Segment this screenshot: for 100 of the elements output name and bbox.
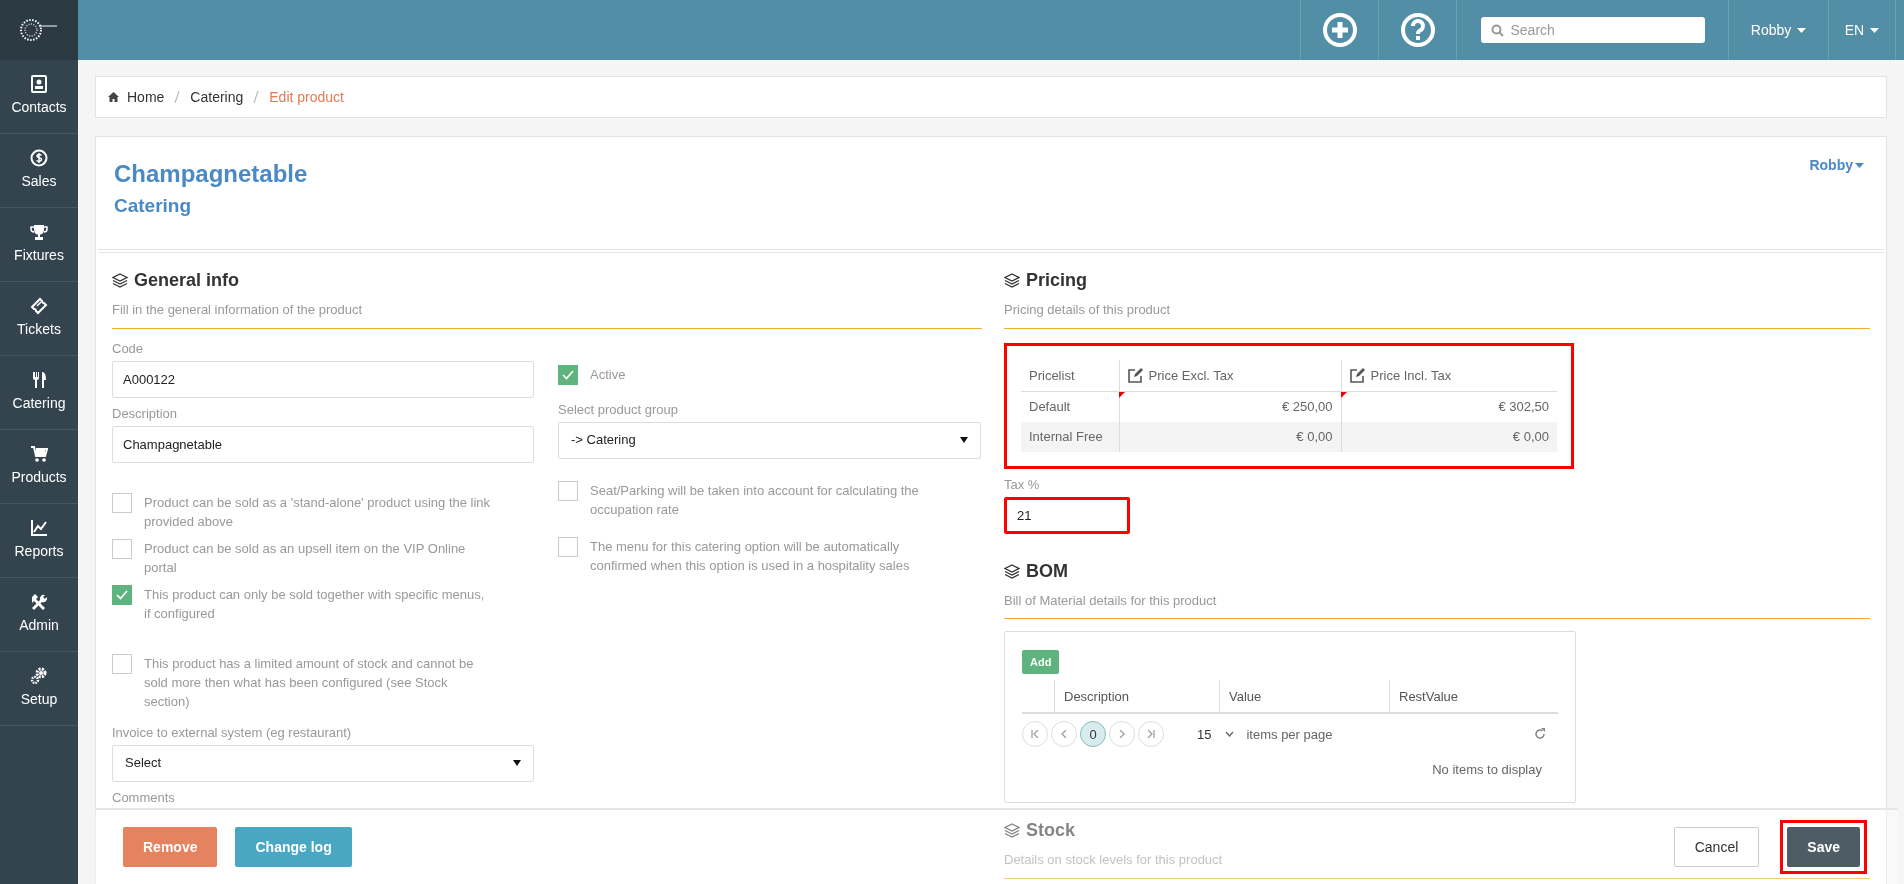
field-label: Select product group: [558, 401, 679, 418]
tools-icon: [30, 593, 48, 611]
line-chart-icon: [30, 519, 48, 537]
checkbox[interactable]: [112, 492, 132, 513]
caret-down-icon: [1855, 163, 1864, 168]
dropdown-arrow-icon: [960, 437, 968, 443]
sidebar-item[interactable]: Sales: [0, 134, 78, 208]
text-field[interactable]: A000122: [112, 360, 534, 398]
option-label: This product has a limited amount of stock and cannot be sold more then what has been configured (see Stock section): [144, 654, 475, 711]
table-cell: Internal Free: [1021, 421, 1119, 452]
page-size-dropdown[interactable]: 15: [1197, 724, 1235, 744]
cart-icon: [30, 445, 48, 463]
slash-separator-icon: [253, 91, 260, 103]
caret-down-icon: [1797, 27, 1807, 33]
field-label: Code: [112, 340, 145, 357]
option-label: Active: [590, 365, 626, 384]
checkbox[interactable]: [558, 536, 578, 557]
dropdown[interactable]: Select: [112, 744, 534, 782]
checkbox[interactable]: [112, 538, 132, 559]
sidebar-item[interactable]: Tickets: [0, 282, 78, 356]
section-subtitle: Fill in the general information of the product: [112, 300, 982, 329]
section-title: Stock: [1026, 819, 1076, 842]
column-header: RestValue: [1389, 680, 1558, 713]
product-group-subtitle: Catering: [114, 194, 193, 218]
question-circle-icon: [1399, 12, 1436, 48]
home-icon: [108, 92, 119, 102]
dropdown[interactable]: -> Catering: [558, 421, 981, 459]
section-title: General info: [134, 269, 240, 292]
refresh-button[interactable]: [1534, 728, 1546, 741]
breadcrumb-link[interactable]: Home: [127, 86, 165, 108]
checkbox[interactable]: [558, 480, 578, 501]
page-button[interactable]: 0: [1080, 721, 1106, 748]
text-field[interactable]: Champagnetable: [112, 425, 534, 463]
checkmark-icon: [116, 589, 128, 600]
ticket-icon: [30, 297, 48, 315]
search-field[interactable]: Search: [1480, 17, 1705, 43]
column-header: Pricelist: [1021, 359, 1119, 392]
plus-circle-icon: [1321, 12, 1358, 48]
sidebar-item[interactable]: Products: [0, 430, 78, 504]
option-label: Product can be sold as a 'stand-alone' product using the link provided above: [144, 493, 492, 531]
section-title: BOM: [1026, 559, 1068, 583]
text-field[interactable]: 21: [1004, 496, 1130, 534]
sidebar-item[interactable]: Contacts: [0, 60, 78, 134]
section-title: Pricing: [1026, 269, 1087, 292]
owner-menu[interactable]: Robby: [1809, 155, 1864, 176]
option-label: Seat/Parking will be taken into account for calculating the occupation rate: [590, 481, 920, 519]
sidebar-item[interactable]: Catering: [0, 356, 78, 430]
layers-icon: [1004, 823, 1020, 838]
table-cell[interactable]: € 0,00: [1119, 421, 1341, 452]
column-header: Price Excl. Tax: [1119, 359, 1341, 392]
action-button[interactable]: Save: [1787, 827, 1860, 867]
refresh-icon: [1534, 728, 1546, 741]
chevron-icon: [1147, 730, 1155, 739]
field-label: Tax %: [1004, 476, 1041, 493]
column-header: Price Incl. Tax: [1341, 359, 1557, 392]
checkbox[interactable]: [112, 653, 132, 674]
user-menu[interactable]: Robby: [1750, 19, 1807, 41]
chevron-icon: [1118, 730, 1126, 739]
table-cell[interactable]: € 302,50: [1341, 391, 1557, 422]
dropdown-arrow-icon: [513, 760, 521, 766]
section-subtitle: Bill of Material details for this product: [1004, 590, 1870, 619]
option-label: Product can be sold as an upsell item on the VIP Online portal: [144, 539, 467, 577]
chevron-down-icon: [1225, 731, 1235, 738]
empty-message: No items to display: [1431, 761, 1543, 780]
sidebar-item[interactable]: Reports: [0, 504, 78, 578]
caret-down-icon: [1870, 27, 1880, 33]
product-title: Champagnetable: [114, 159, 308, 189]
contact-card-icon: [30, 75, 48, 93]
table-cell: Default: [1021, 391, 1119, 422]
section-subtitle: Pricing details of this product: [1004, 300, 1870, 329]
field-label: Invoice to external system (eg restaurant): [112, 724, 353, 741]
field-label: Comments: [112, 789, 176, 806]
language-menu[interactable]: EN: [1844, 19, 1880, 41]
breadcrumb-link[interactable]: Catering: [190, 86, 244, 108]
chevron-icon: [1031, 730, 1039, 739]
option-label: This product can only be sold together with specific menus, if configured: [144, 585, 486, 623]
column-header: Description: [1054, 680, 1219, 713]
checkbox[interactable]: [112, 584, 132, 605]
sidebar-item[interactable]: Setup: [0, 652, 78, 726]
gears-icon: [30, 667, 48, 685]
trophy-icon: [30, 223, 48, 241]
column-header: Value: [1219, 680, 1389, 713]
layers-icon: [112, 273, 128, 288]
sidebar-item[interactable]: Fixtures: [0, 208, 78, 282]
table-cell[interactable]: € 250,00: [1119, 391, 1341, 422]
table-cell[interactable]: € 0,00: [1341, 421, 1557, 452]
checkbox[interactable]: [558, 364, 578, 385]
dollar-icon: [30, 149, 48, 167]
sidebar-item[interactable]: Admin: [0, 578, 78, 652]
action-button[interactable]: Cancel: [1673, 827, 1760, 867]
chevron-icon: [1060, 730, 1068, 739]
slash-separator-icon: [174, 91, 181, 103]
search-icon: [1490, 24, 1504, 37]
layers-icon: [1004, 563, 1020, 579]
page-size-label: items per page: [1246, 725, 1333, 744]
checkmark-icon: [562, 369, 574, 380]
layers-icon: [1004, 273, 1020, 288]
fork-knife-icon: [30, 371, 48, 389]
option-label: The menu for this catering option will be automatically confirmed when this option is used in a hospitality sales: [590, 537, 911, 575]
field-label: Description: [112, 405, 179, 422]
